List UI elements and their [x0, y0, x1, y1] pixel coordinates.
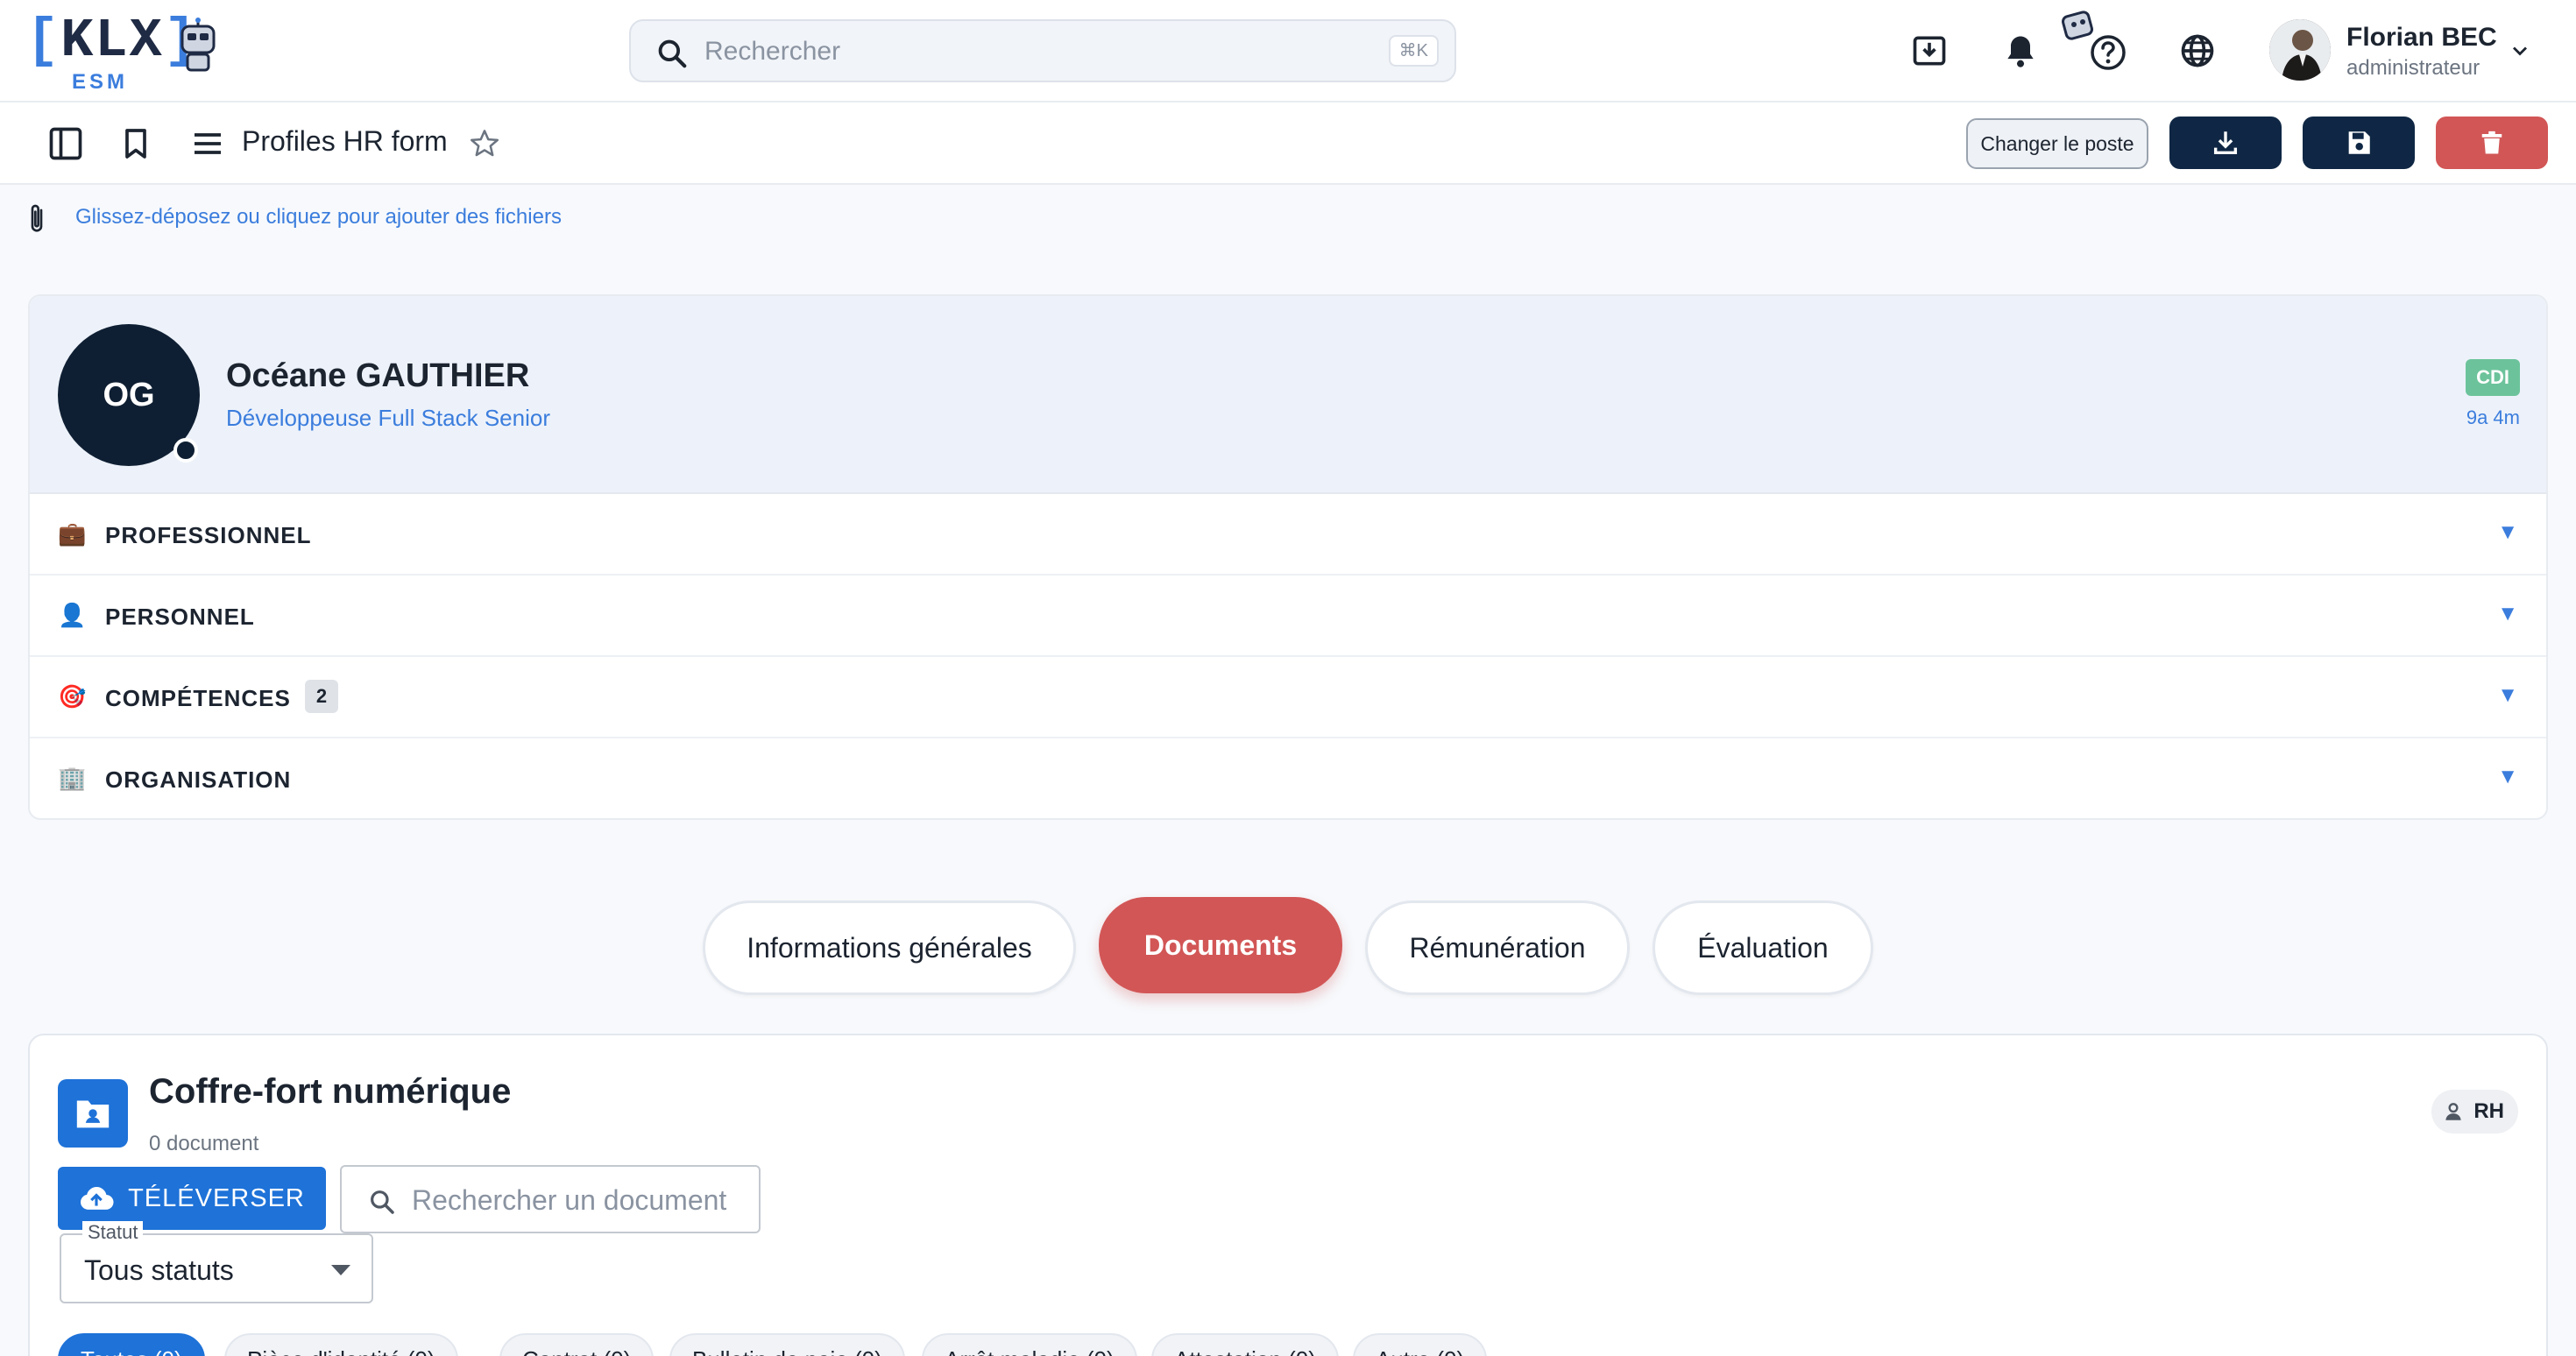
document-search[interactable] [340, 1165, 761, 1233]
document-search-input[interactable] [412, 1181, 745, 1219]
upload-label: TÉLÉVERSER [128, 1183, 305, 1212]
change-post-button[interactable]: Changer le poste [1966, 118, 2148, 169]
tenure-text: 9a 4m [2466, 406, 2520, 428]
filter-chip-certificate[interactable]: Attestation (0) [1151, 1333, 1339, 1356]
filter-chip-sick-leave[interactable]: Arrêt maladie (0) [922, 1333, 1137, 1356]
expand-arrow-icon: ▼ [2497, 520, 2518, 544]
expand-arrow-icon: ▼ [2497, 765, 2518, 788]
tab-informations-generales[interactable]: Informations générales [703, 900, 1076, 995]
tab-evaluation[interactable]: Évaluation [1652, 900, 1873, 995]
trash-icon [2481, 131, 2502, 154]
cloud-upload-icon [81, 1187, 114, 1210]
expand-arrow-icon: ▼ [2497, 602, 2518, 625]
app-logo[interactable]: [KLX] ESM [26, 10, 219, 94]
search-icon [658, 39, 687, 68]
bell-icon[interactable] [1996, 26, 2045, 75]
logo-main: KLX [60, 10, 164, 72]
section-label: COMPÉTENCES [105, 685, 291, 711]
user-menu[interactable]: Florian BEC administrateur [2269, 19, 2550, 82]
office-building-icon: 🏢 [58, 765, 87, 791]
employee-profile-card: OG Océane GAUTHIER Développeuse Full Sta… [28, 294, 2548, 820]
delete-button[interactable] [2436, 117, 2548, 169]
tab-remuneration[interactable]: Rémunération [1365, 900, 1630, 995]
user-role: administrateur [2346, 56, 2480, 80]
filter-chip-payslip[interactable]: Bulletin de paie (0) [669, 1333, 905, 1356]
page-title: Profiles HR form [242, 125, 448, 157]
briefcase-icon: 💼 [58, 520, 87, 547]
sidebar-toggle-icon[interactable] [44, 122, 88, 166]
search-icon [371, 1190, 394, 1214]
save-button[interactable] [2303, 117, 2415, 169]
section-competences[interactable]: 🎯 COMPÉTENCES 2 ▼ [30, 657, 2546, 738]
employee-name: Océane GAUTHIER [226, 357, 530, 394]
status-select[interactable]: Statut Tous statuts [60, 1221, 373, 1303]
download-button[interactable] [2169, 117, 2282, 169]
caret-down-icon [331, 1265, 350, 1275]
section-label: PROFESSIONNEL [105, 522, 312, 548]
help-assistant-icon[interactable] [2059, 9, 2129, 75]
paperclip-icon [31, 204, 43, 232]
document-count: 0 document [149, 1132, 259, 1155]
search-input[interactable] [704, 32, 1318, 72]
employee-job-title: Développeuse Full Stack Senior [226, 405, 550, 431]
download-tray-icon[interactable] [1905, 26, 1954, 75]
download-icon [2213, 131, 2238, 155]
expand-arrow-icon: ▼ [2497, 683, 2518, 707]
section-personnel[interactable]: 👤 PERSONNEL ▼ [30, 576, 2546, 657]
robot-icon [180, 18, 216, 72]
filter-chip-contract[interactable]: Contrat (0) [499, 1333, 655, 1356]
floppy-disk-icon [2348, 131, 2370, 154]
contract-badge: CDI [2466, 359, 2520, 396]
tab-documents[interactable]: Documents [1099, 897, 1342, 993]
status-label: Statut [82, 1221, 144, 1244]
dropzone-text: Glissez-déposez ou cliquez pour ajouter … [75, 205, 562, 229]
bookmark-icon[interactable] [114, 122, 158, 166]
filter-chip-id[interactable]: Pièce d'identité (0) [224, 1333, 458, 1356]
vault-title: Coffre-fort numérique [149, 1072, 512, 1111]
star-icon[interactable] [463, 122, 506, 166]
top-header: [KLX] ESM ⌘K [0, 0, 2576, 102]
logo-sub: ESM [72, 70, 129, 94]
role-chip-label: RH [2473, 1099, 2504, 1123]
filter-chip-all[interactable]: Toutes (0) [58, 1333, 205, 1356]
section-organisation[interactable]: 🏢 ORGANISATION ▼ [30, 738, 2546, 818]
filter-chip-other[interactable]: Autre (0) [1353, 1333, 1488, 1356]
presence-dot [173, 438, 198, 463]
section-label: ORGANISATION [105, 766, 292, 793]
digital-vault-card: Coffre-fort numérique 0 document RH TÉLÉ… [28, 1034, 2548, 1356]
profile-header: OG Océane GAUTHIER Développeuse Full Sta… [30, 296, 2546, 494]
user-avatar [2269, 19, 2331, 81]
global-search[interactable]: ⌘K [629, 19, 1456, 82]
form-toolbar: Profiles HR form Changer le poste [0, 102, 2576, 185]
target-icon: 🎯 [58, 683, 87, 710]
skills-count-badge: 2 [305, 680, 338, 713]
person-icon: 👤 [58, 602, 87, 628]
globe-icon[interactable] [2173, 26, 2222, 75]
role-chip: RH [2431, 1090, 2518, 1134]
folder-user-icon [58, 1079, 128, 1148]
menu-icon[interactable] [186, 122, 230, 166]
status-value: Tous statuts [84, 1254, 234, 1286]
person-icon [2445, 1103, 2461, 1120]
file-dropzone[interactable]: Glissez-déposez ou cliquez pour ajouter … [25, 198, 813, 238]
chevron-down-icon [2513, 46, 2527, 56]
user-name: Florian BEC [2346, 23, 2497, 52]
section-professionnel[interactable]: 💼 PROFESSIONNEL ▼ [30, 494, 2546, 576]
search-shortcut: ⌘K [1388, 35, 1439, 67]
section-label: PERSONNEL [105, 604, 255, 630]
